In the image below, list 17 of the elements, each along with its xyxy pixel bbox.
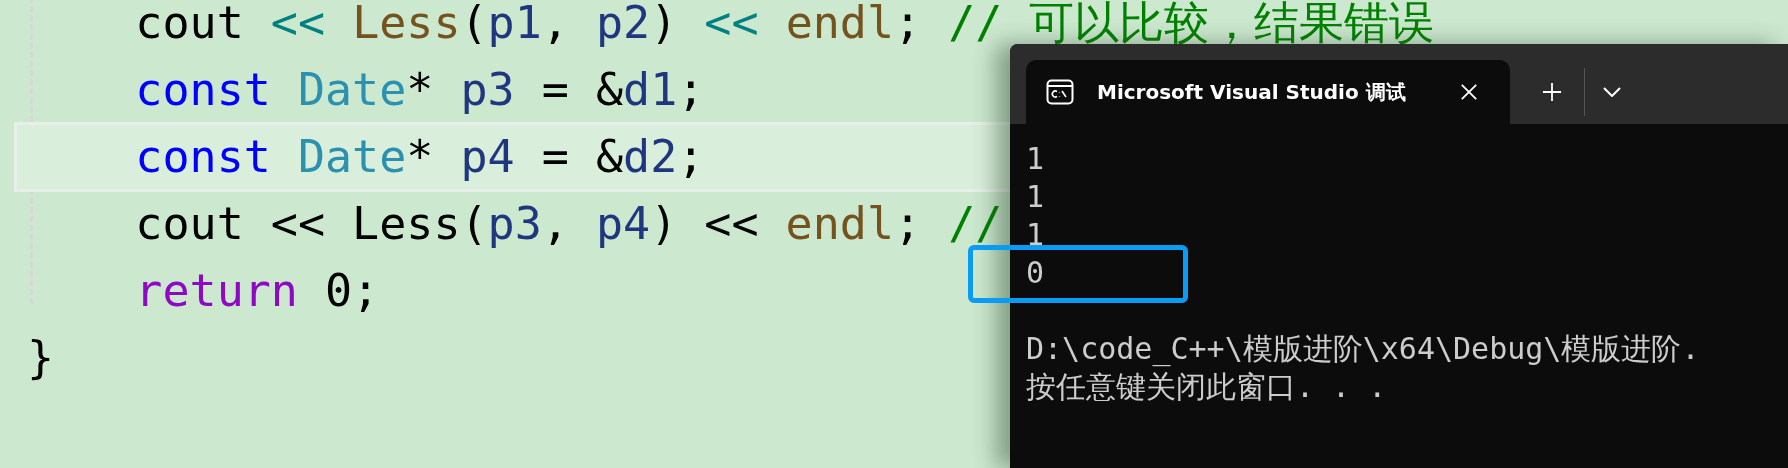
console-output: 0 bbox=[1026, 255, 1045, 290]
chevron-down-icon[interactable] bbox=[1603, 87, 1621, 97]
code-line: cout << Less(p1, p2) << endl; // 可以比较，结果错误 bbox=[134, 0, 1435, 49]
code-line: } bbox=[27, 331, 55, 384]
console-output: 1 bbox=[1026, 141, 1045, 176]
console-output: 按任意键关闭此窗口. . . bbox=[1026, 369, 1387, 404]
console-output: D:\code_C++\模版进阶\x64\Debug\模版进阶. bbox=[1026, 331, 1700, 366]
close-icon[interactable] bbox=[1460, 83, 1478, 101]
console-output: 1 bbox=[1026, 179, 1045, 214]
code-line: return 0; bbox=[134, 264, 380, 317]
code-line: const Date* p3 = &d1; bbox=[134, 63, 705, 116]
plus-icon[interactable] bbox=[1542, 82, 1562, 102]
terminal-icon bbox=[1046, 78, 1074, 106]
code-line: cout << Less(p3, p4) << endl; // bbox=[134, 197, 1003, 250]
terminal-tab[interactable]: Microsoft Visual Studio 调试 bbox=[1026, 60, 1510, 124]
console-output: 1 bbox=[1026, 217, 1045, 252]
code-line: const Date* p4 = &d2; bbox=[134, 130, 705, 183]
